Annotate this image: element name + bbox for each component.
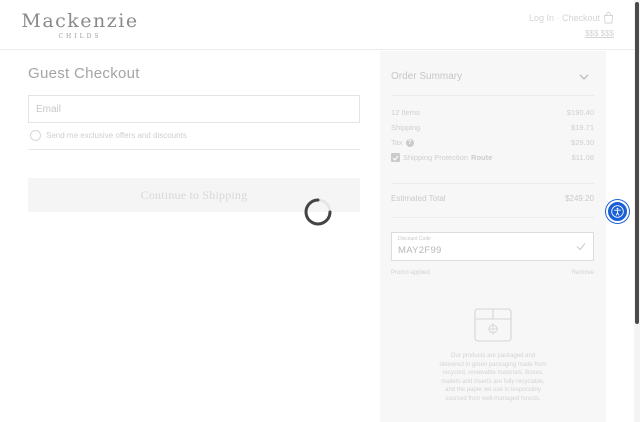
summary-row-shipping-protection: Shipping Protection Route $11.08: [391, 153, 594, 162]
divider: [28, 149, 360, 150]
summary-row-label: Shipping Protection: [403, 153, 469, 162]
promo-applied-row: Promo applied Remove: [391, 270, 594, 276]
divider: [391, 217, 594, 218]
divider: [391, 183, 594, 184]
email-field[interactable]: [28, 95, 360, 123]
account-links-label[interactable]: Log In · Checkout: [529, 13, 600, 23]
summary-row-shipping: Shipping $19.71: [391, 123, 594, 132]
question-icon[interactable]: ?: [405, 138, 414, 147]
cart-subtotal-link[interactable]: $$$ $$$: [529, 29, 614, 38]
summary-row-label: 12 Items: [391, 108, 420, 117]
discount-code-field[interactable]: Discount Code MAY2F99: [391, 232, 594, 261]
summary-row-items: 12 Items $190.40: [391, 108, 594, 117]
route-logo: Route: [471, 153, 493, 162]
order-summary-panel: Order Summary 12 Items $190.40 Shipping …: [380, 51, 606, 422]
summary-row-label: Shipping: [391, 123, 421, 132]
header-actions: Log In · Checkout $$$ $$$: [529, 12, 614, 38]
summary-row-value: $19.71: [571, 123, 594, 132]
newsletter-label: Send me exclusive offers and discounts: [46, 131, 187, 140]
chevron-down-icon[interactable]: [579, 73, 589, 81]
divider: [391, 95, 594, 96]
checkout-title: Guest Checkout: [28, 65, 140, 82]
order-summary-title[interactable]: Order Summary: [391, 71, 462, 82]
spinner-icon: [304, 198, 332, 226]
newsletter-opt-in[interactable]: Send me exclusive offers and discounts: [30, 130, 187, 141]
site-header: Mackenzie CHILDS Log In · Checkout $$$ $…: [0, 0, 634, 50]
newsletter-radio[interactable]: [30, 130, 41, 141]
box-icon: [474, 308, 512, 342]
discount-code-value[interactable]: MAY2F99: [398, 245, 442, 256]
logo[interactable]: Mackenzie CHILDS: [20, 10, 140, 40]
account-links[interactable]: Log In · Checkout: [529, 12, 614, 24]
green-packaging-message: Our products are packaged and delivered …: [439, 353, 547, 402]
logo-tagline: CHILDS: [58, 33, 102, 40]
logo-wordmark: Mackenzie: [21, 10, 139, 32]
bag-icon[interactable]: [603, 12, 614, 24]
accessibility-icon: [611, 205, 624, 218]
scrollbar-thumb[interactable]: [635, 2, 639, 324]
page-scrollbar[interactable]: [634, 0, 640, 422]
check-icon: [576, 243, 586, 251]
discount-code-label: Discount Code: [398, 236, 431, 242]
summary-row-tax: Tax ? $29.30: [391, 138, 594, 147]
summary-row-label: Tax: [391, 138, 403, 147]
estimated-total-label: Estimated Total: [391, 194, 446, 203]
summary-row-value: $29.30: [571, 138, 594, 147]
estimated-total: Estimated Total $249.20: [391, 194, 594, 203]
summary-row-value: $11.08: [571, 153, 594, 162]
promo-applied-label: Promo applied: [391, 270, 430, 276]
checkbox-icon[interactable]: [391, 153, 400, 162]
accessibility-button[interactable]: [606, 200, 629, 223]
remove-promo-link[interactable]: Remove: [572, 270, 594, 276]
summary-row-value: $190.40: [566, 108, 594, 117]
estimated-total-value: $249.20: [565, 194, 594, 203]
